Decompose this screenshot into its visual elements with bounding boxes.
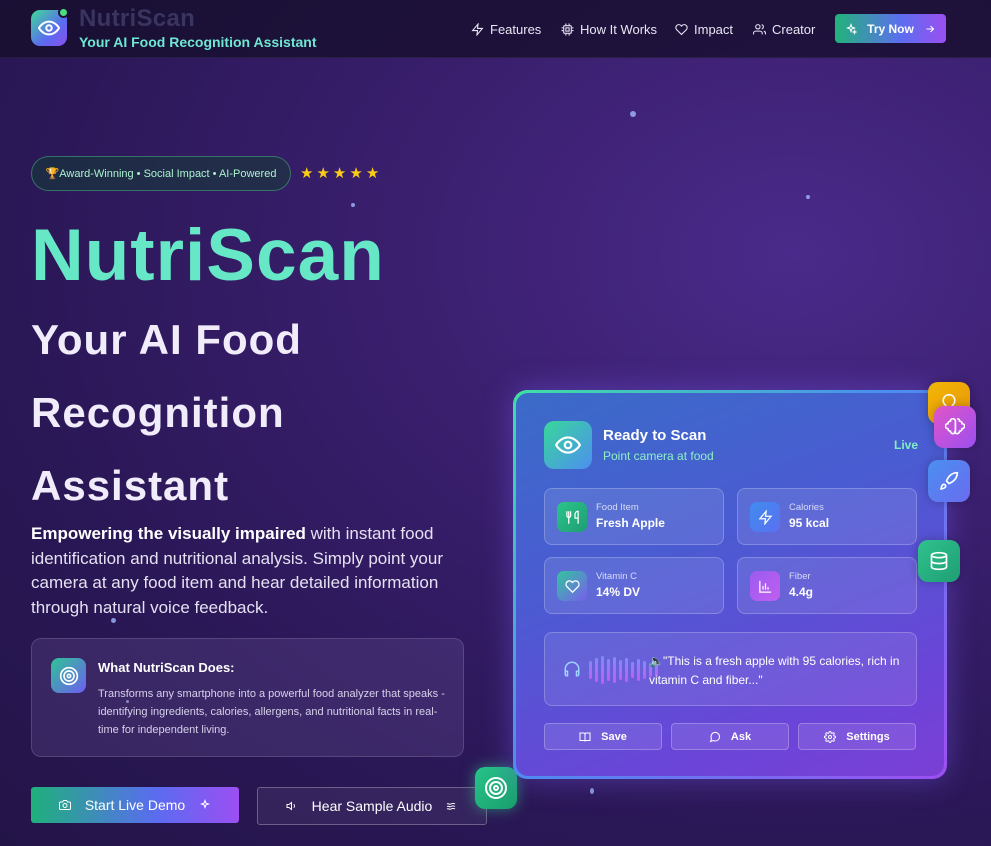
particle-dot [351, 203, 355, 207]
stat-food-item: Food Item Fresh Apple [544, 488, 724, 545]
star-icon: ★ [300, 165, 314, 182]
stat-value: 95 kcal [789, 516, 830, 530]
nav-label: Impact [694, 21, 734, 37]
try-now-button[interactable]: Try Now [835, 14, 946, 43]
sparkles-icon [846, 22, 858, 35]
cpu-icon [561, 23, 574, 35]
star-icon: ★ [349, 165, 363, 182]
nav-creator[interactable]: Creator [753, 20, 815, 38]
particle-dot [590, 788, 594, 794]
nav-how-it-works[interactable]: How It Works [561, 20, 657, 38]
award-badge: 🏆Award-Winning • Social Impact • AI-Powe… [31, 156, 291, 191]
audio-waveform [589, 655, 658, 685]
floating-target-icon[interactable] [475, 767, 517, 809]
stat-fiber: Fiber 4.4g [737, 557, 917, 614]
scanner-device-mockup: Ready to Scan Point camera at food Live … [513, 390, 947, 779]
stat-value: 4.4g [789, 585, 814, 599]
zap-icon [471, 22, 484, 36]
stat-vitamin-c: Vitamin C 14% DV [544, 557, 724, 614]
gear-icon [824, 730, 837, 743]
heart-icon [557, 571, 587, 601]
ask-button[interactable]: Ask [671, 723, 789, 750]
stat-calories: Calories 95 kcal [737, 488, 917, 545]
brain-icon[interactable] [934, 406, 976, 448]
star-icon: ★ [332, 165, 347, 182]
nav-impact[interactable]: Impact [675, 20, 733, 38]
voice-transcript-text: "This is a fresh apple with 95 calories,… [649, 654, 900, 687]
try-now-label: Try Now [867, 21, 914, 36]
start-live-demo-button[interactable]: Start Live Demo [31, 787, 239, 823]
eye-icon [544, 421, 592, 469]
demo-label: Start Live Demo [84, 797, 186, 813]
settings-label: Settings [846, 730, 890, 743]
star-icon: ★ [365, 165, 380, 182]
online-dot [58, 7, 69, 18]
scan-status-title: Ready to Scan [603, 427, 707, 444]
star-icon: ★ [316, 165, 330, 182]
utensils-icon [557, 502, 587, 532]
nav-label: Features [490, 21, 542, 37]
rocket-icon[interactable] [928, 460, 970, 502]
stat-label: Vitamin C [596, 571, 638, 582]
wave-icon [447, 802, 456, 810]
heart-icon [675, 23, 688, 35]
headphones-icon [564, 661, 580, 677]
hero-subtitle-line: Your AI Food [31, 316, 302, 363]
speaker-icon: 🔈 [649, 654, 664, 668]
brand-tagline: Your AI Food Recognition Assistant [79, 34, 317, 50]
bar-chart-icon [750, 571, 780, 601]
top-navbar: NutriScan Your AI Food Recognition Assis… [0, 0, 991, 58]
camera-icon [58, 800, 71, 810]
scan-status-subtitle: Point camera at food [603, 449, 714, 463]
voice-transcript: 🔈"This is a fresh apple with 95 calories… [649, 652, 909, 690]
hero-title: NutriScan [31, 215, 385, 296]
hero-subtitle-line: Recognition [31, 389, 285, 436]
arrow-right-icon [926, 25, 935, 32]
save-button[interactable]: Save [544, 723, 662, 750]
settings-button[interactable]: Settings [798, 723, 916, 750]
zap-icon [750, 502, 780, 532]
hero-description: Empowering the visually impaired with in… [31, 522, 471, 620]
rating-stars: ★ ★ ★ ★ ★ [300, 165, 379, 182]
stat-value: 14% DV [596, 585, 641, 599]
audio-label: Hear Sample Audio [311, 798, 433, 814]
target-icon [51, 658, 86, 693]
nav-features[interactable]: Features [471, 20, 541, 38]
save-label: Save [601, 730, 627, 743]
particle-dot [630, 111, 636, 117]
speaker-icon [286, 801, 295, 811]
voice-feedback-box: 🔈"This is a fresh apple with 95 calories… [544, 632, 917, 706]
stat-label: Calories [789, 502, 824, 513]
stat-value: Fresh Apple [596, 516, 665, 530]
particle-dot [806, 195, 810, 199]
hero-subtitle: Your AI Food Recognition Assistant [31, 303, 451, 522]
nav-label: Creator [772, 21, 816, 37]
brand-name[interactable]: NutriScan [79, 5, 195, 33]
stat-label: Fiber [789, 571, 811, 582]
hero-subtitle-line: Assistant [31, 462, 230, 509]
book-icon [579, 732, 591, 742]
users-icon [753, 23, 766, 34]
stat-label: Food Item [596, 502, 639, 513]
what-title: What NutriScan Does: [98, 660, 235, 675]
message-icon [709, 731, 720, 742]
what-it-does-card: What NutriScan Does: Transforms any smar… [31, 638, 464, 757]
database-icon[interactable] [918, 540, 960, 582]
ask-label: Ask [730, 730, 752, 743]
hero-description-bold: Empowering the visually impaired [31, 524, 306, 543]
live-indicator: Live [894, 438, 919, 452]
sparkles-icon [200, 799, 211, 810]
hear-sample-audio-button[interactable]: Hear Sample Audio [257, 787, 487, 825]
what-text: Transforms any smartphone into a powerfu… [98, 688, 445, 736]
nav-label: How It Works [580, 21, 658, 37]
